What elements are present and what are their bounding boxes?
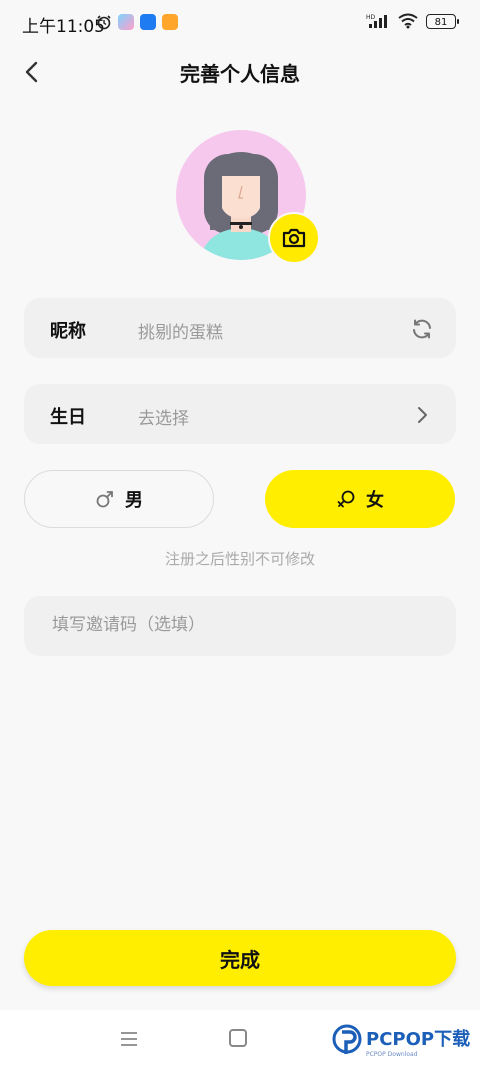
app-notification-icon — [162, 14, 178, 30]
watermark-brand: PCPOP下载 — [366, 1028, 471, 1050]
wifi-icon — [398, 13, 418, 29]
camera-icon — [282, 228, 306, 248]
gender-female-label: 女 — [366, 490, 384, 511]
status-app-icons — [96, 14, 178, 30]
header: 完善个人信息 — [0, 48, 480, 96]
status-time: 上午11:05 — [22, 17, 105, 37]
watermark-sub: PCPOP Download — [366, 1050, 418, 1058]
app-notification-icon — [140, 14, 156, 30]
pcpop-logo-icon — [332, 1024, 362, 1054]
birthday-value[interactable]: 去选择 — [138, 404, 189, 429]
invite-code-input[interactable] — [50, 614, 434, 636]
battery-indicator: 81 — [426, 13, 459, 29]
change-avatar-button[interactable] — [268, 212, 320, 264]
nickname-label: 昵称 — [50, 321, 86, 342]
network-label: HD — [366, 14, 376, 21]
page-title: 完善个人信息 — [180, 62, 300, 86]
alarm-icon — [97, 15, 111, 30]
status-right: HD 81 — [366, 13, 459, 29]
refresh-icon[interactable] — [410, 317, 434, 341]
submit-button[interactable]: 完成 — [24, 930, 456, 986]
avatar-section — [176, 130, 320, 264]
gender-male-label: 男 — [125, 490, 143, 511]
female-symbol-icon — [337, 490, 355, 508]
invite-code-row[interactable] — [24, 596, 456, 656]
watermark: PCPOP下载 PCPOP Download — [332, 1024, 470, 1058]
profile-setup-screen: 上午11:05 HD 81 完善个人信息 昵称 挑剔的蛋糕 生日 去选择 男 女… — [0, 0, 480, 1067]
signal-icon: HD — [366, 14, 387, 28]
app-notification-icon — [118, 14, 134, 30]
home-button[interactable] — [229, 1029, 247, 1047]
nickname-value[interactable]: 挑剔的蛋糕 — [138, 318, 223, 343]
gender-hint: 注册之后性别不可修改 — [164, 550, 315, 568]
nickname-row[interactable]: 昵称 挑剔的蛋糕 — [24, 298, 456, 358]
status-bar: 上午11:05 HD 81 — [0, 0, 480, 48]
male-symbol-icon — [96, 491, 113, 508]
chevron-right-icon[interactable] — [410, 403, 434, 427]
birthday-row[interactable]: 生日 去选择 — [24, 384, 456, 444]
birthday-label: 生日 — [50, 407, 86, 428]
gender-female-button[interactable]: 女 — [265, 470, 455, 528]
recent-apps-icon[interactable] — [119, 1029, 139, 1049]
gender-male-button[interactable]: 男 — [24, 470, 214, 528]
